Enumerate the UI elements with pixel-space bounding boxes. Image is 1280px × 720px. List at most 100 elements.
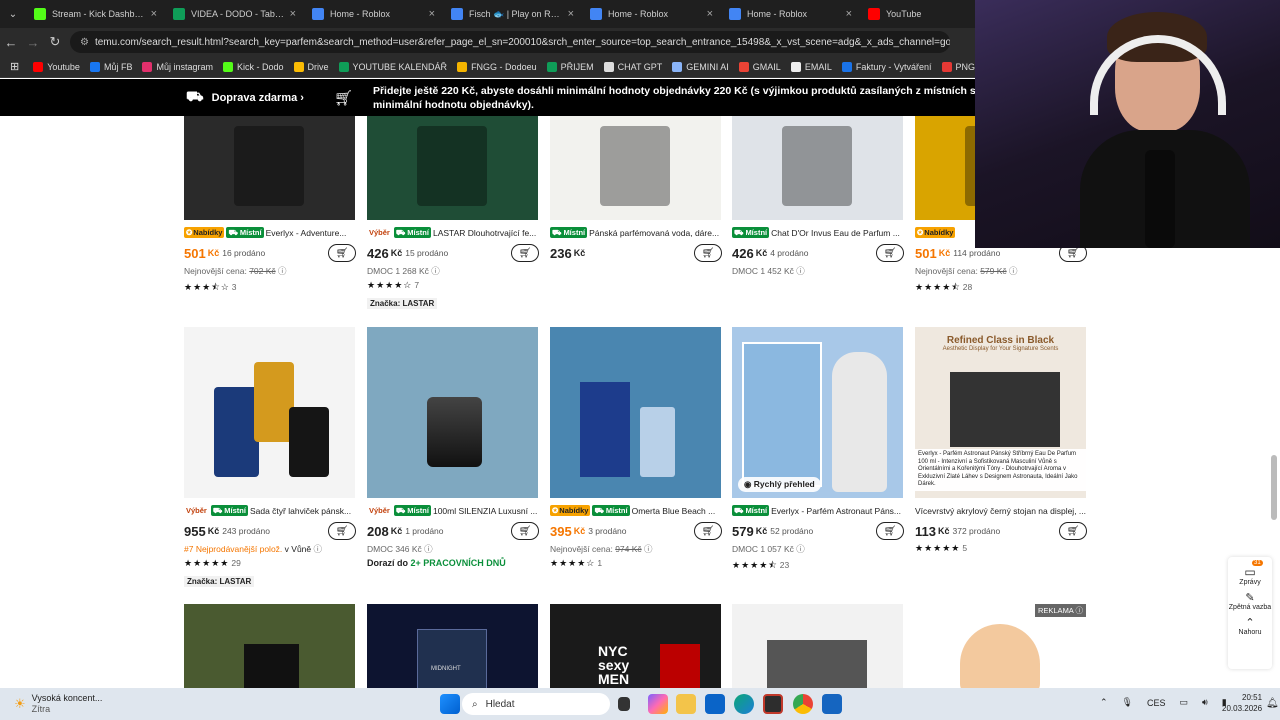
- product-card[interactable]: Výběr ⛟ Místní Sada čtyř lahviček pánsk... 9…: [184, 327, 356, 589]
- app-icon[interactable]: [822, 694, 842, 714]
- browser-tab[interactable]: VIDEA - DODO - Tabulky ×: [165, 0, 304, 28]
- rating-row[interactable]: ★★★★⯪ 28: [915, 280, 1087, 293]
- back-to-top-button[interactable]: ⌃ Nahoru: [1228, 616, 1272, 636]
- product-image[interactable]: [732, 116, 903, 220]
- product-image[interactable]: [367, 116, 538, 220]
- product-image[interactable]: [732, 604, 903, 688]
- file-explorer-icon[interactable]: [676, 694, 696, 714]
- bookmark-item[interactable]: GEMINI AI: [672, 61, 729, 72]
- close-tab-icon[interactable]: ×: [151, 8, 157, 20]
- rating-row[interactable]: ★★★★★ 5: [915, 543, 1087, 556]
- url-input[interactable]: ⚙ temu.com/search_result.html?search_key…: [70, 31, 950, 53]
- taskbar-search-input[interactable]: ⌕ Hledat: [462, 693, 610, 715]
- product-image[interactable]: Refined Class in Black Aesthetic Display …: [915, 327, 1086, 498]
- product-card[interactable]: ⛟ Místní Pánská parfémovaná voda, dáre... 2…: [550, 116, 722, 263]
- bookmark-item[interactable]: Můj instagram: [142, 61, 213, 72]
- outlook-icon[interactable]: [705, 694, 725, 714]
- product-image[interactable]: [184, 604, 355, 688]
- add-to-cart-button[interactable]: 🛒︎: [876, 522, 904, 540]
- product-card[interactable]: Výběr ⛟ Místní LASTAR Dlouhotrvající fe... 4…: [367, 116, 539, 311]
- bookmark-item[interactable]: Kick - Dodo: [222, 61, 284, 72]
- messages-button[interactable]: ▭ 31 Zprávy: [1228, 557, 1272, 586]
- product-card[interactable]: ⛟ Místní Chat D'Or Invus Eau de Parfum ...…: [732, 116, 904, 278]
- add-to-cart-button[interactable]: 🛒︎: [694, 244, 722, 262]
- notification-bell-icon[interactable]: 🔔︎: [1266, 698, 1279, 709]
- bookmark-item[interactable]: EMAIL: [790, 61, 832, 72]
- close-tab-icon[interactable]: ×: [707, 8, 713, 20]
- add-to-cart-button[interactable]: 🛒︎: [328, 244, 356, 262]
- product-card[interactable]: Refined Class in Black Aesthetic Display …: [915, 327, 1087, 556]
- bookmark-item[interactable]: FNGG - Dodoeu: [457, 61, 537, 72]
- product-image[interactable]: [184, 327, 355, 498]
- product-image[interactable]: [550, 116, 721, 220]
- bookmark-item[interactable]: GMAIL: [738, 61, 781, 72]
- browser-tab[interactable]: Home - Roblox ×: [721, 0, 860, 28]
- product-image[interactable]: MIDNIGHT: [367, 604, 538, 688]
- product-card[interactable]: Výběr ⛟ Místní 100ml SILENZIA Luxusní ... 20…: [367, 327, 539, 571]
- terminal-icon[interactable]: [763, 694, 783, 714]
- browser-tab[interactable]: YouTube: [860, 0, 970, 28]
- chevron-up-tray-icon[interactable]: ⌃: [1100, 697, 1108, 708]
- product-card[interactable]: ◉ Rychlý přehled ⛟ Místní Everlyx - Parfém …: [732, 327, 904, 571]
- close-tab-icon[interactable]: ×: [568, 8, 574, 20]
- close-tab-icon[interactable]: ×: [290, 8, 296, 20]
- add-to-cart-button[interactable]: 🛒︎: [694, 522, 722, 540]
- add-to-cart-button[interactable]: 🛒︎: [511, 522, 539, 540]
- add-to-cart-button[interactable]: 🛒︎: [1059, 522, 1087, 540]
- add-to-cart-button[interactable]: 🛒︎: [511, 244, 539, 262]
- language-indicator[interactable]: CES: [1147, 698, 1166, 708]
- volume-icon[interactable]: 🔊︎: [1202, 697, 1208, 708]
- add-to-cart-button[interactable]: 🛒︎: [876, 244, 904, 262]
- bookmark-item[interactable]: Youtube: [33, 61, 80, 72]
- apps-icon[interactable]: ⊞: [10, 60, 19, 73]
- forward-icon[interactable]: →: [22, 35, 44, 50]
- close-tab-icon[interactable]: ×: [429, 8, 435, 20]
- rating-row[interactable]: ★★★★☆ 1: [550, 558, 722, 571]
- add-to-cart-button[interactable]: 🛒︎: [328, 522, 356, 540]
- rating-row[interactable]: ★★★★★ 29: [184, 558, 356, 571]
- rating-row[interactable]: ★★★★☆ 7: [367, 280, 539, 293]
- bookmark-item[interactable]: Faktury - Vytváření: [841, 61, 932, 72]
- task-view-icon[interactable]: [618, 697, 630, 711]
- rating-row[interactable]: ★★★★⯪ 23: [732, 558, 904, 571]
- browser-tab[interactable]: Home - Roblox ×: [304, 0, 443, 28]
- browser-tab[interactable]: Home - Roblox ×: [582, 0, 721, 28]
- bookmark-item[interactable]: CHAT GPT: [603, 61, 662, 72]
- bookmark-item[interactable]: Můj FB: [89, 61, 132, 72]
- clock[interactable]: 20:51 20.03.2026: [1222, 692, 1262, 714]
- mic-icon[interactable]: 🎙︎: [1122, 697, 1133, 708]
- product-card[interactable]: ✪ Nabídky ⛟ Místní Everlyx - Adventure... 501…: [184, 116, 356, 293]
- back-icon[interactable]: ←: [0, 35, 22, 50]
- copilot-icon[interactable]: [648, 694, 668, 714]
- product-card[interactable]: ✪ Nabídky ⛟ Místní Omerta Blue Beach ... 395 K…: [550, 327, 722, 571]
- browser-tab[interactable]: Fisch 🐟 | Play on Roblox ×: [443, 0, 582, 28]
- start-icon[interactable]: [440, 694, 460, 714]
- weather-icon[interactable]: ☀: [14, 696, 26, 712]
- product-image[interactable]: [367, 327, 538, 498]
- weather-widget[interactable]: Vysoká koncent... Zítra: [32, 693, 103, 715]
- site-info-icon[interactable]: ⚙: [80, 37, 89, 48]
- browser-tab[interactable]: Stream - Kick Dashbo... ×: [26, 0, 165, 28]
- bookmark-item[interactable]: PŘIJEM: [546, 61, 594, 72]
- product-image[interactable]: [550, 327, 721, 498]
- brand-tag[interactable]: Značka: LASTAR: [367, 298, 438, 309]
- bookmark-item[interactable]: YOUTUBE KALENDÁŘ: [338, 61, 447, 72]
- brand-tag[interactable]: Značka: LASTAR: [184, 576, 255, 587]
- product-image[interactable]: NYC sexy MEN: [550, 604, 721, 688]
- close-tab-icon[interactable]: ×: [846, 8, 852, 20]
- free-shipping-link[interactable]: ⛟ Doprava zdarma ›: [186, 88, 304, 107]
- tab-search-icon[interactable]: ⌄: [0, 0, 26, 28]
- feedback-button[interactable]: ✎ Zpětná vazba: [1228, 591, 1272, 611]
- product-image[interactable]: REKLAMA ⓘ: [915, 604, 1086, 688]
- product-image[interactable]: ◉ Rychlý přehled: [732, 327, 903, 498]
- page-scrollbar[interactable]: [1271, 455, 1277, 520]
- reload-icon[interactable]: ↻: [44, 34, 66, 50]
- rating-row[interactable]: ★★★⯪☆ 3: [184, 280, 356, 293]
- bookmark-item[interactable]: Drive: [293, 61, 329, 72]
- product-image[interactable]: [184, 116, 355, 220]
- network-icon[interactable]: ▭: [1180, 697, 1189, 708]
- edge-icon[interactable]: [734, 694, 754, 714]
- quick-view-button[interactable]: ◉ Rychlý přehled: [738, 477, 821, 492]
- ranking-row[interactable]: #7 Nejprodávanější polož. v Vůně ⓘ: [184, 543, 356, 556]
- chrome-icon[interactable]: [793, 694, 813, 714]
